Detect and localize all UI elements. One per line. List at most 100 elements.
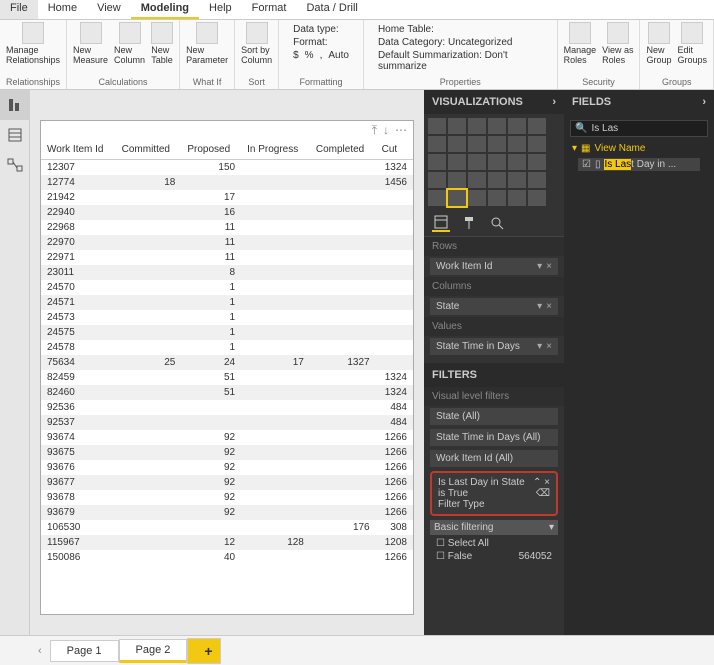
format-label[interactable]: Format: bbox=[293, 37, 349, 48]
clear-filter-icon[interactable]: ⌫ bbox=[536, 488, 550, 499]
chevron-down-icon[interactable]: ▾ bbox=[537, 261, 542, 272]
viz-type[interactable] bbox=[428, 190, 446, 206]
new-measure-button[interactable]: New Measure bbox=[73, 22, 108, 65]
viz-type[interactable] bbox=[528, 136, 546, 152]
table-row[interactable]: 12774181456 bbox=[41, 175, 413, 190]
viz-type[interactable] bbox=[488, 154, 506, 170]
table-row[interactable]: 93675921266 bbox=[41, 445, 413, 460]
format-tab-icon[interactable] bbox=[460, 214, 478, 232]
table-row[interactable]: 106530176308 bbox=[41, 520, 413, 535]
viz-type[interactable] bbox=[448, 172, 466, 188]
filter-workitem[interactable]: Work Item Id (All) bbox=[430, 450, 558, 467]
table-row[interactable]: 92537484 bbox=[41, 415, 413, 430]
add-page-button[interactable]: + bbox=[187, 638, 221, 664]
viz-type[interactable] bbox=[508, 118, 526, 134]
sort-by-column-button[interactable]: Sort by Column bbox=[241, 22, 272, 65]
viz-type[interactable] bbox=[508, 190, 526, 206]
menu-view[interactable]: View bbox=[87, 0, 131, 19]
manage-roles-button[interactable]: Manage Roles bbox=[564, 22, 597, 65]
defaultsum-label[interactable]: Default Summarization: Don't summarize bbox=[378, 50, 543, 72]
more-options-icon[interactable]: ⋯ bbox=[395, 123, 407, 138]
table-row[interactable]: 123071501324 bbox=[41, 160, 413, 176]
filter-select-all[interactable]: ☐ Select All bbox=[430, 537, 558, 550]
viz-type[interactable] bbox=[448, 154, 466, 170]
viz-type[interactable] bbox=[528, 154, 546, 170]
table-row[interactable]: 245731 bbox=[41, 310, 413, 325]
column-header[interactable]: Committed bbox=[116, 140, 182, 160]
column-header[interactable]: Work Item Id bbox=[41, 140, 116, 160]
fields-tab-icon[interactable] bbox=[432, 214, 450, 232]
viz-type-matrix[interactable] bbox=[448, 190, 466, 206]
remove-icon[interactable]: × bbox=[546, 341, 552, 352]
new-group-button[interactable]: New Group bbox=[646, 22, 671, 65]
table-row[interactable]: 82459511324 bbox=[41, 370, 413, 385]
field-item[interactable]: ☑▯ Is Last Day in ... bbox=[578, 158, 700, 171]
viz-type[interactable] bbox=[428, 172, 446, 188]
viz-type[interactable] bbox=[468, 136, 486, 152]
collapse-icon[interactable]: ⌃ bbox=[533, 477, 541, 488]
table-row[interactable]: 82460511324 bbox=[41, 385, 413, 400]
table-row[interactable]: 245751 bbox=[41, 325, 413, 340]
collapse-fields-icon[interactable]: › bbox=[702, 96, 706, 108]
viz-type[interactable] bbox=[468, 118, 486, 134]
menu-help[interactable]: Help bbox=[199, 0, 242, 19]
chevron-down-icon[interactable]: ▾ bbox=[537, 341, 542, 352]
viz-type[interactable] bbox=[488, 190, 506, 206]
drill-down-icon[interactable]: ↓ bbox=[383, 123, 389, 138]
filter-opt-false[interactable]: ☐ False564052 bbox=[430, 550, 558, 563]
chevron-down-icon[interactable]: ▾ bbox=[537, 301, 542, 312]
collapse-viz-icon[interactable]: › bbox=[552, 96, 556, 108]
percent-button[interactable]: % bbox=[305, 50, 314, 61]
analytics-tab-icon[interactable] bbox=[488, 214, 506, 232]
viz-type[interactable] bbox=[428, 118, 446, 134]
table-row[interactable]: 756342524171327 bbox=[41, 355, 413, 370]
viz-type[interactable] bbox=[528, 190, 546, 206]
columns-field-well[interactable]: State▾× bbox=[430, 298, 558, 315]
search-input[interactable] bbox=[591, 123, 703, 134]
currency-button[interactable]: $ bbox=[293, 50, 299, 61]
viz-type[interactable] bbox=[488, 118, 506, 134]
viz-type[interactable] bbox=[528, 172, 546, 188]
data-view-button[interactable] bbox=[0, 120, 30, 150]
new-parameter-button[interactable]: New Parameter bbox=[186, 22, 228, 65]
filter-islastday[interactable]: Is Last Day in State⌃ × is True⌫ Filter … bbox=[430, 471, 558, 516]
table-row[interactable]: 2294016 bbox=[41, 205, 413, 220]
column-header[interactable]: Completed bbox=[310, 140, 376, 160]
remove-icon[interactable]: × bbox=[546, 301, 552, 312]
viz-type[interactable] bbox=[448, 136, 466, 152]
table-row[interactable]: 2194217 bbox=[41, 190, 413, 205]
page-tab-2[interactable]: Page 2 bbox=[119, 639, 188, 663]
table-row[interactable]: 150086401266 bbox=[41, 550, 413, 565]
viz-type[interactable] bbox=[428, 136, 446, 152]
field-table[interactable]: ▾ ▦ View Name bbox=[572, 143, 706, 154]
table-row[interactable]: 2297011 bbox=[41, 235, 413, 250]
viz-type[interactable] bbox=[508, 154, 526, 170]
table-row[interactable]: 93678921266 bbox=[41, 490, 413, 505]
view-as-roles-button[interactable]: View as Roles bbox=[602, 22, 633, 65]
table-row[interactable]: 245701 bbox=[41, 280, 413, 295]
table-row[interactable]: 93679921266 bbox=[41, 505, 413, 520]
remove-icon[interactable]: × bbox=[544, 477, 550, 488]
table-row[interactable]: 2296811 bbox=[41, 220, 413, 235]
model-view-button[interactable] bbox=[0, 150, 30, 180]
remove-icon[interactable]: × bbox=[546, 261, 552, 272]
viz-type[interactable] bbox=[428, 154, 446, 170]
values-field-well[interactable]: State Time in Days▾× bbox=[430, 338, 558, 355]
hometable-label[interactable]: Home Table: bbox=[378, 24, 543, 35]
page-tab-1[interactable]: Page 1 bbox=[50, 640, 119, 662]
matrix-visual[interactable]: ⤒ ↓ ⋯ Work Item IdCommittedProposedIn Pr… bbox=[40, 120, 414, 615]
viz-type[interactable] bbox=[488, 136, 506, 152]
column-header[interactable]: In Progress bbox=[241, 140, 310, 160]
table-row[interactable]: 92536484 bbox=[41, 400, 413, 415]
viz-type[interactable] bbox=[468, 154, 486, 170]
filter-state[interactable]: State (All) bbox=[430, 408, 558, 425]
table-row[interactable]: 93674921266 bbox=[41, 430, 413, 445]
report-view-button[interactable] bbox=[0, 90, 30, 120]
filter-type-select[interactable]: Basic filtering▾ bbox=[430, 520, 558, 535]
menu-modeling[interactable]: Modeling bbox=[131, 0, 199, 19]
new-table-button[interactable]: New Table bbox=[151, 22, 173, 65]
viz-type[interactable] bbox=[508, 172, 526, 188]
viz-type[interactable] bbox=[468, 172, 486, 188]
page-prev-button[interactable]: ‹ bbox=[30, 645, 50, 657]
menu-file[interactable]: File bbox=[0, 0, 38, 19]
